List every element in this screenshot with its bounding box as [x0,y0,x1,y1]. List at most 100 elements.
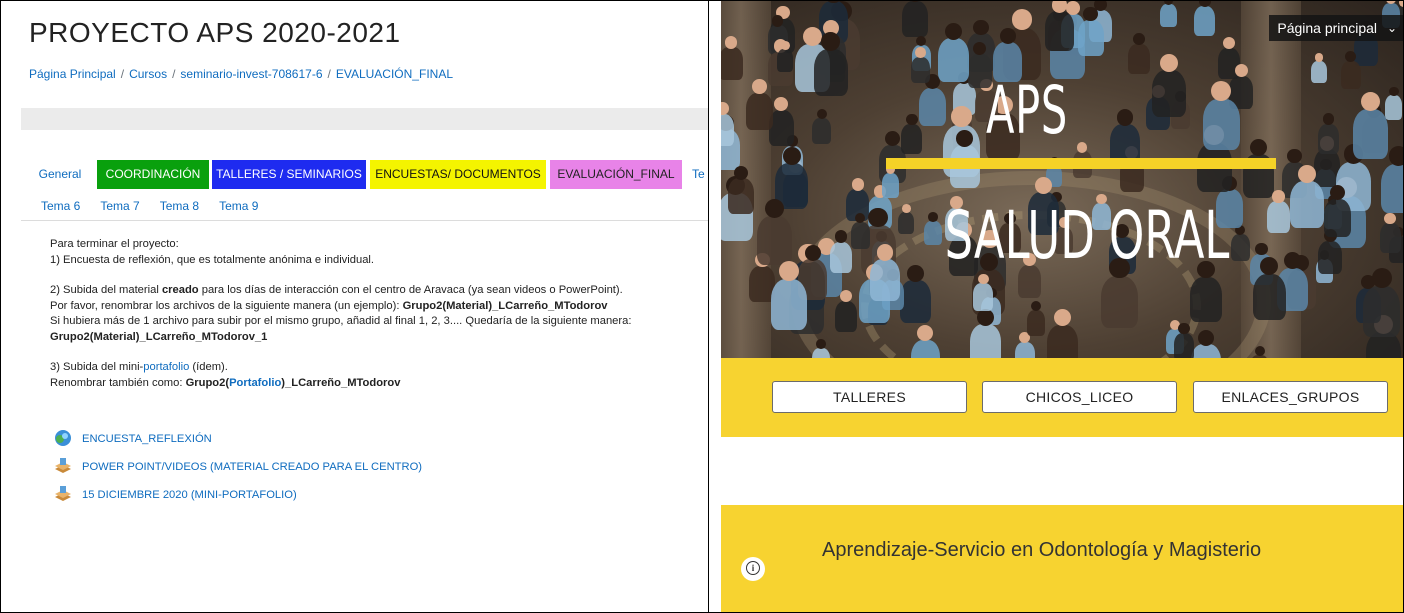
hero-accent-bar [886,158,1276,169]
photo-person-head [1399,1,1403,7]
portafolio-link-2[interactable]: Portafolio [229,377,281,389]
photo-person-head [1116,109,1133,126]
photo-person-head [804,245,821,262]
chevron-down-icon: ⌄ [1386,21,1397,35]
photo-person-head [1250,138,1268,156]
photo-person-head [1011,9,1033,30]
photo-person [1318,240,1343,275]
photo-person-head [1083,6,1098,22]
activity-label: ENCUESTA_REFLEXIÓN [82,433,212,445]
tab-tema-6[interactable]: Tema 6 [41,199,80,213]
photo-person-head [1371,268,1392,289]
summary-item-1: 1) Encuesta de reflexión, que es totalme… [50,253,375,266]
photo-person-head [803,26,823,46]
breadcrumb-courses[interactable]: Cursos [129,67,167,81]
photo-person [1026,310,1046,336]
photo-person [969,324,1001,358]
assignment-icon [55,486,71,501]
photo-person-head [906,113,918,126]
section-summary: Para terminar el proyecto: 1) Encuesta d… [50,237,700,391]
hero-subtitle: SALUD ORAL [944,197,1230,274]
assignment-icon [55,458,71,473]
tab-tema-8[interactable]: Tema 8 [160,199,199,213]
photo-person-head [1234,63,1248,77]
breadcrumb-course[interactable]: seminario-invest-708617-6 [180,67,322,81]
photo-person-head [821,31,840,51]
photo-person-head [999,27,1016,44]
photo-person-head [724,35,738,49]
photo-person [937,38,970,82]
tagline-band: i Aprendizaje-Servicio en Odontología y … [721,505,1403,612]
photo-person-head [915,47,926,58]
photo-person-head [1159,53,1179,73]
photo-person [1379,223,1401,254]
photo-person [835,300,858,333]
summary-item-3b: Renombrar también como: Grupo2(Portafoli… [50,376,401,389]
tab-evaluacion-final[interactable]: EVALUACIÓN_FINAL [550,160,682,189]
summary-item-3a: 3) Subida del mini-portafolio (ídem). [50,361,228,373]
photo-person [811,348,830,358]
info-icon[interactable]: i [741,557,765,581]
photo-person-head [1254,345,1265,356]
photo-person [770,279,807,330]
photo-person [1194,5,1216,36]
chicos-liceo-button[interactable]: CHICOS_LICEO [982,381,1177,413]
summary-item-2a: 2) Subida del material creado para los d… [50,284,623,296]
portafolio-link[interactable]: portafolio [143,361,189,373]
talleres-button[interactable]: TALLERES [772,381,967,413]
photo-person-head [772,15,784,27]
tab-tema-7[interactable]: Tema 7 [100,199,139,213]
photo-person [1046,324,1078,358]
tab-coordinacion[interactable]: COORDINACIÓN [97,160,209,189]
photo-person [1385,95,1403,120]
photo-person-head [1030,300,1041,312]
photo-person [911,56,931,84]
site-tagline: Aprendizaje-Servicio en Odontología y Ma… [822,539,1262,561]
photo-person [1352,109,1388,159]
photo-person-head [774,97,789,112]
photo-person [1014,342,1035,358]
course-header-bar [21,108,708,130]
summary-item-2c: Si hubiera más de 1 archivo para subir p… [50,315,632,327]
photo-person-head [1197,329,1214,346]
photo-person [1160,3,1177,27]
photo-person [1380,163,1403,214]
photo-person [1189,276,1222,322]
hero-group-photo: Página principal ⌄ APS SALUD ORAL [721,1,1403,358]
breadcrumb-section[interactable]: EVALUACIÓN_FINAL [336,67,453,81]
tab-general[interactable]: General [33,160,87,189]
enlaces-grupos-button[interactable]: ENLACES_GRUPOS [1193,381,1388,413]
photo-person [1152,70,1186,117]
photo-person [1310,60,1328,84]
photo-person [850,222,870,249]
photo-person [1317,123,1340,154]
photo-person [721,113,734,146]
photo-person [721,47,743,80]
photo-person-head [834,230,848,243]
activity-label: POWER POINT/VIDEOS (MATERIAL CREADO PARA… [82,461,423,473]
breadcrumb: Página Principal / Cursos / seminario-invest… [29,67,453,81]
tab-tema-9[interactable]: Tema 9 [219,199,258,213]
photo-person-head [1132,32,1145,45]
tab-tema-5[interactable]: Te [692,160,708,189]
moodle-course-panel: PROYECTO APS 2020-2021 Página Principal /… [1,1,708,612]
summary-intro: Para terminar el proyecto: [50,238,179,250]
photo-person-head [733,165,748,180]
photo-person [1363,286,1400,338]
photo-person-head [1389,86,1399,97]
tab-encuestas-documentos[interactable]: ENCUESTAS/ DOCUMENTOS [370,160,546,189]
photo-person [757,216,792,265]
photo-person [1173,332,1195,358]
photo-person-head [1388,146,1403,166]
photo-person [918,87,946,127]
photo-person [829,241,853,274]
photo-person-head [1178,322,1190,334]
photo-person-head [884,131,900,147]
photo-person-head [815,339,826,350]
main-page-nav[interactable]: Página principal ⌄ [1269,15,1403,41]
nav-label: Página principal [1277,20,1377,36]
tab-talleres-seminarios[interactable]: TALLERES / SEMINARIOS [212,160,366,189]
hero-title: APS [986,72,1068,149]
photo-person-head [851,178,865,191]
breadcrumb-home[interactable]: Página Principal [29,67,116,81]
